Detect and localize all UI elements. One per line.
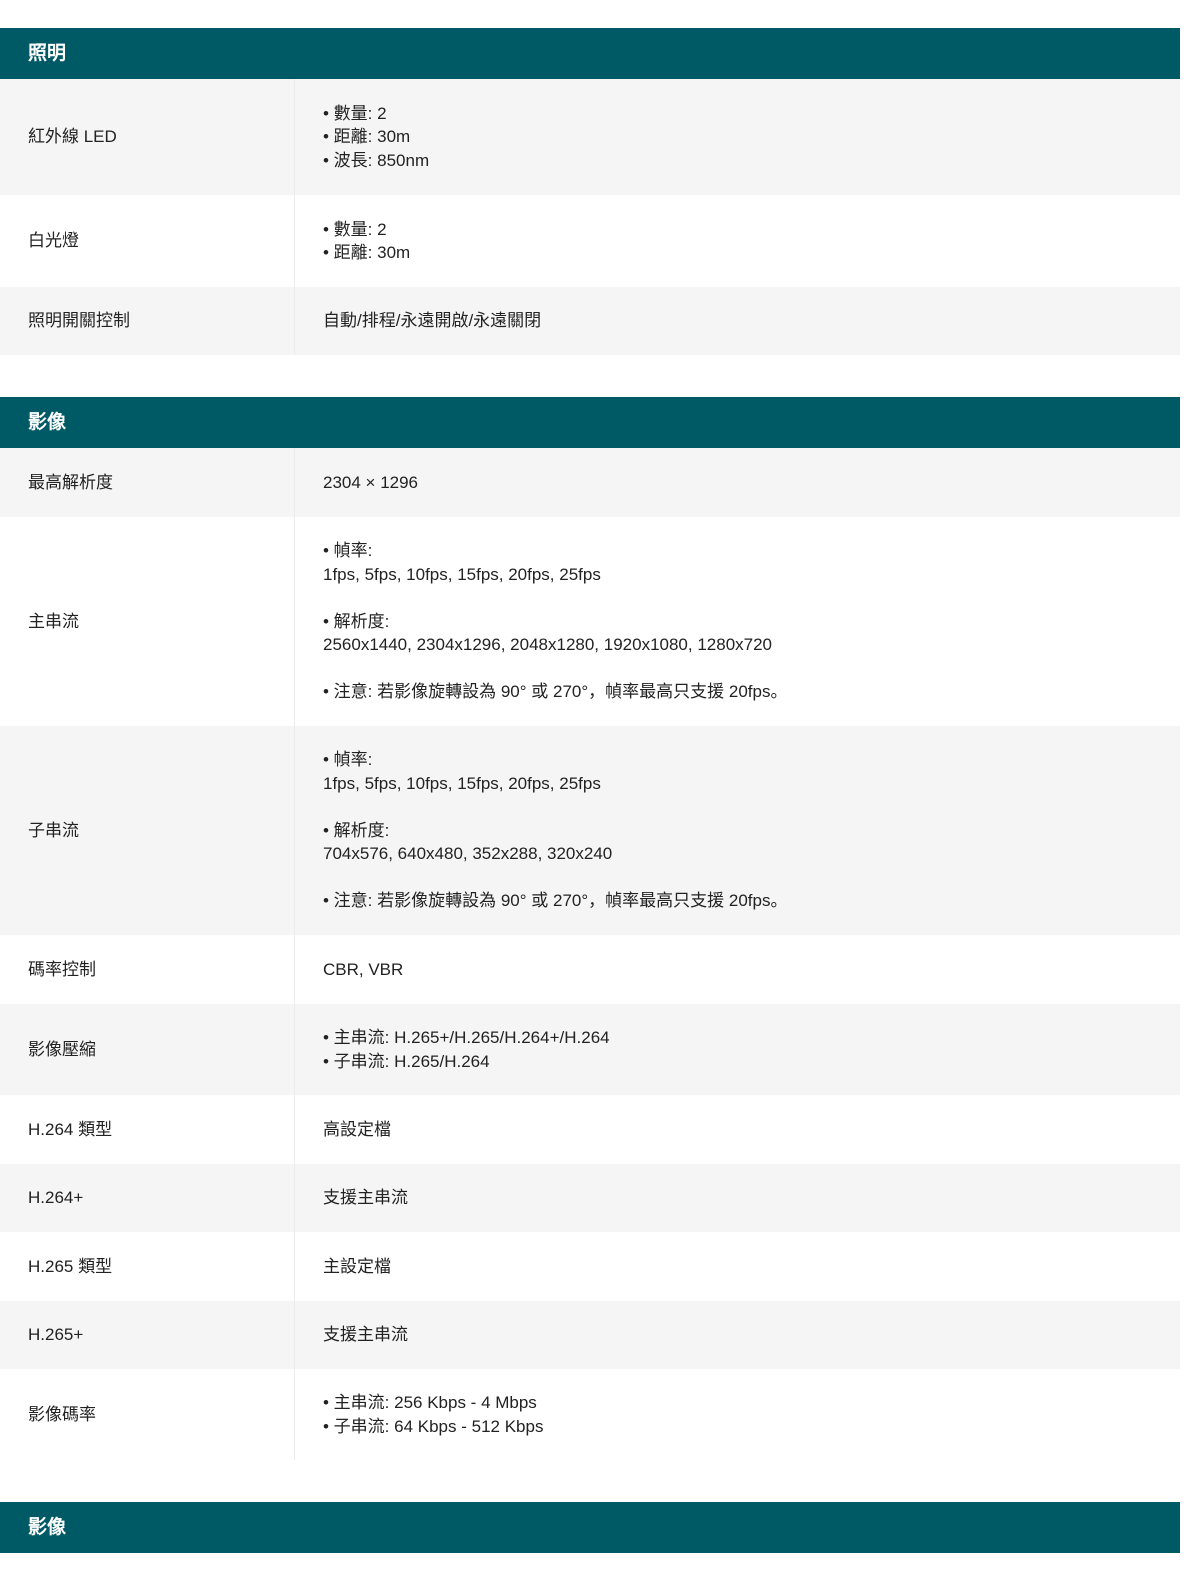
spec-value-line: • 注意: 若影像旋轉設為 90° 或 270°，幀率最高只支援 20fps。 xyxy=(323,682,788,702)
section-title: 影像 xyxy=(0,1502,1180,1553)
spec-value-line: • 數量: 2 xyxy=(323,219,387,239)
spec-section: 照明 紅外線 LED • 數量: 2 • 距離: 30m • 波長: 850nm 白光燈 •… xyxy=(0,28,1180,355)
section-title: 影像 xyxy=(0,397,1180,448)
spec-row: 照明開關控制 自動/排程/永遠開啟/永遠關閉 xyxy=(0,287,1180,355)
spec-value-line: • 解析度: xyxy=(323,611,390,631)
spec-value: 支援主串流 xyxy=(295,1164,1180,1232)
spec-label: 最高解析度 xyxy=(0,448,295,517)
spec-value: • 幀率: 1fps, 5fps, 10fps, 15fps, 20fps, 25… xyxy=(295,517,1180,726)
spec-value: • 幀率: 1fps, 5fps, 10fps, 15fps, 20fps, 25… xyxy=(295,726,1180,935)
spec-value: CBR, VBR xyxy=(295,935,1180,1004)
spec-section: 影像 xyxy=(0,1502,1180,1553)
spec-value: • 主串流: H.265+/H.265/H.264+/H.264 • 子串流: H… xyxy=(295,1004,1180,1095)
spec-row: H.265 類型 主設定檔 xyxy=(0,1232,1180,1301)
spec-value: • 主串流: 256 Kbps - 4 Mbps • 子串流: 64 Kbps -… xyxy=(295,1369,1180,1460)
spec-value-line: • 子串流: H.265/H.264 xyxy=(323,1051,490,1071)
spec-value: • 數量: 2 • 距離: 30m xyxy=(295,195,1180,287)
spec-value-line: 2560x1440, 2304x1296, 2048x1280, 1920x10… xyxy=(323,635,773,655)
spec-value-line: • 數量: 2 xyxy=(323,103,387,123)
spec-row: 最高解析度 2304 × 1296 xyxy=(0,448,1180,517)
spec-label: 碼率控制 xyxy=(0,935,295,1004)
spec-label: 主串流 xyxy=(0,517,295,726)
spec-value: 自動/排程/永遠開啟/永遠關閉 xyxy=(295,287,1180,355)
spec-value-line: • 波長: 850nm xyxy=(323,150,430,170)
spec-value: 高設定檔 xyxy=(295,1095,1180,1164)
spec-row: 影像壓縮 • 主串流: H.265+/H.265/H.264+/H.264 • 子串… xyxy=(0,1004,1180,1095)
spec-value-line: 1fps, 5fps, 10fps, 15fps, 20fps, 25fps xyxy=(323,564,601,584)
spec-value-line: • 距離: 30m xyxy=(323,127,411,147)
spec-value-line: 主設定檔 xyxy=(323,1256,391,1276)
spec-label: H.264 類型 xyxy=(0,1095,295,1164)
spec-row: H.264 類型 高設定檔 xyxy=(0,1095,1180,1164)
spec-label: 影像壓縮 xyxy=(0,1004,295,1095)
spec-value-line: 高設定檔 xyxy=(323,1119,391,1139)
spec-label: 照明開關控制 xyxy=(0,287,295,355)
spec-label: 子串流 xyxy=(0,726,295,935)
spec-value-line: 704x576, 640x480, 352x288, 320x240 xyxy=(323,844,613,864)
spec-value-line: 支援主串流 xyxy=(323,1325,408,1345)
spec-page: 照明 紅外線 LED • 數量: 2 • 距離: 30m • 波長: 850nm 白光燈 •… xyxy=(0,0,1200,1595)
section-title: 照明 xyxy=(0,28,1180,79)
spec-row: 子串流 • 幀率: 1fps, 5fps, 10fps, 15fps, 20fps,… xyxy=(0,726,1180,935)
spec-value-line: 自動/排程/永遠開啟/永遠關閉 xyxy=(323,311,542,331)
spec-label: 影像碼率 xyxy=(0,1369,295,1460)
spec-section: 影像 最高解析度 2304 × 1296 主串流 • 幀率: 1fps, 5fps, 10… xyxy=(0,397,1180,1460)
spec-row: 碼率控制 CBR, VBR xyxy=(0,935,1180,1004)
spec-label: H.265 類型 xyxy=(0,1232,295,1301)
spec-value-line: • 幀率: xyxy=(323,750,373,770)
spec-value: 支援主串流 xyxy=(295,1301,1180,1369)
spec-value-line: 2304 × 1296 xyxy=(323,472,419,492)
spec-value: 2304 × 1296 xyxy=(295,448,1180,517)
spec-sections: 照明 紅外線 LED • 數量: 2 • 距離: 30m • 波長: 850nm 白光燈 •… xyxy=(0,28,1200,1553)
spec-row: H.264+ 支援主串流 xyxy=(0,1164,1180,1232)
spec-value: • 數量: 2 • 距離: 30m • 波長: 850nm xyxy=(295,79,1180,195)
spec-row: 主串流 • 幀率: 1fps, 5fps, 10fps, 15fps, 20fps,… xyxy=(0,517,1180,726)
spec-value-line: 支援主串流 xyxy=(323,1188,408,1208)
spec-value-line: CBR, VBR xyxy=(323,959,404,979)
spec-row: 紅外線 LED • 數量: 2 • 距離: 30m • 波長: 850nm xyxy=(0,79,1180,195)
spec-row: H.265+ 支援主串流 xyxy=(0,1301,1180,1369)
spec-label: 紅外線 LED xyxy=(0,79,295,195)
spec-label: H.264+ xyxy=(0,1164,295,1232)
spec-row: 白光燈 • 數量: 2 • 距離: 30m xyxy=(0,195,1180,287)
spec-value-line: • 距離: 30m xyxy=(323,243,411,262)
spec-value-line: • 主串流: 256 Kbps - 4 Mbps xyxy=(323,1393,537,1412)
spec-label: 白光燈 xyxy=(0,195,295,287)
spec-value: 主設定檔 xyxy=(295,1232,1180,1301)
spec-row: 影像碼率 • 主串流: 256 Kbps - 4 Mbps • 子串流: 64 Kb… xyxy=(0,1369,1180,1460)
spec-value-line: • 幀率: xyxy=(323,541,373,561)
spec-value-line: • 主串流: H.265+/H.265/H.264+/H.264 xyxy=(323,1028,610,1047)
spec-value-line: • 解析度: xyxy=(323,820,390,840)
spec-value-line: • 注意: 若影像旋轉設為 90° 或 270°，幀率最高只支援 20fps。 xyxy=(323,891,788,911)
spec-value-line: 1fps, 5fps, 10fps, 15fps, 20fps, 25fps xyxy=(323,773,601,793)
spec-value-line: • 子串流: 64 Kbps - 512 Kbps xyxy=(323,1416,544,1436)
spec-label: H.265+ xyxy=(0,1301,295,1369)
